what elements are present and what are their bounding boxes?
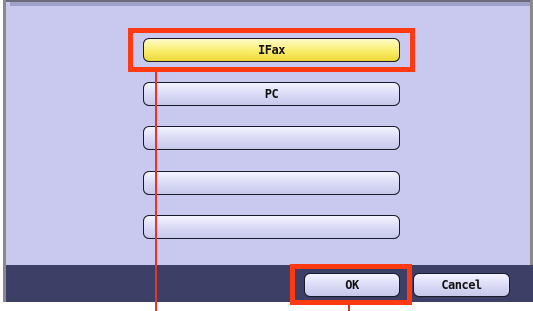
destination-empty-slot-4[interactable]: [143, 171, 400, 195]
destination-empty-slot-3[interactable]: [143, 126, 400, 150]
destination-empty-slot-5[interactable]: [143, 215, 400, 239]
cancel-button[interactable]: Cancel: [413, 273, 510, 297]
ok-button[interactable]: OK: [304, 273, 400, 297]
callout-pointer-line-ifax: [155, 72, 157, 311]
panel-frame-top-bevel: [10, 2, 530, 6]
callout-pointer-line-ok: [348, 301, 350, 311]
destination-pc-button[interactable]: PC: [143, 82, 400, 106]
destination-ifax-button[interactable]: IFax: [143, 38, 400, 62]
